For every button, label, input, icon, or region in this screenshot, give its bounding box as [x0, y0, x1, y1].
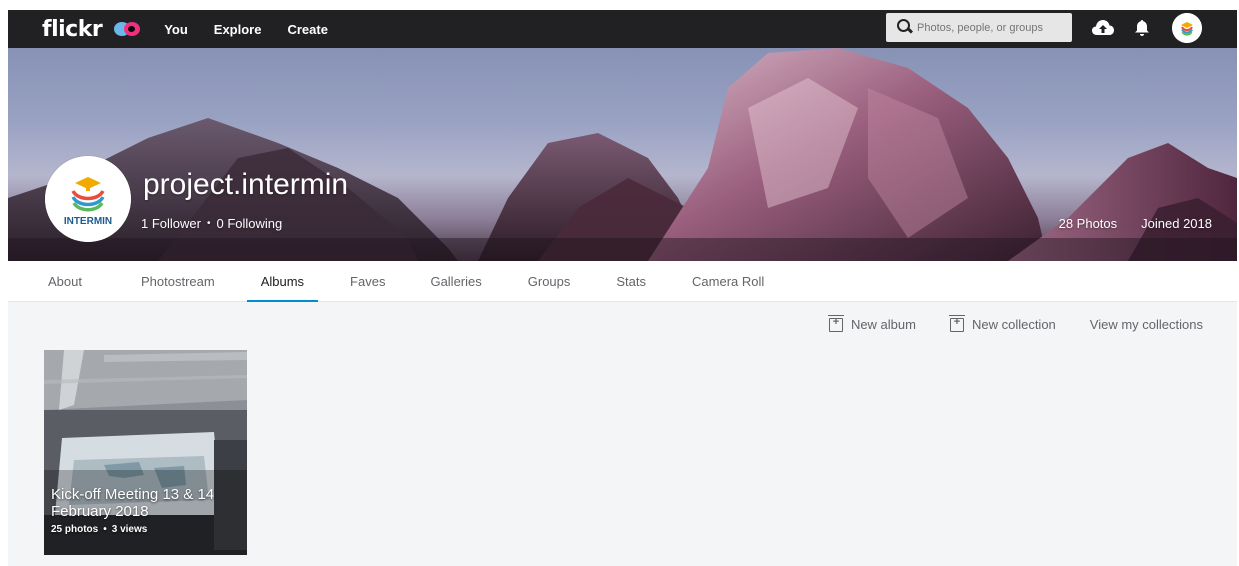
new-collection-label: New collection [971, 317, 1056, 332]
album-photo-count: 25 photos [51, 524, 99, 535]
photo-count: 28 Photos [1058, 216, 1118, 231]
nav-you[interactable]: You [164, 22, 188, 37]
tab-stats[interactable]: Stats [616, 261, 646, 302]
nav-explore[interactable]: Explore [214, 22, 262, 37]
following-link[interactable]: 0 Following [216, 216, 282, 231]
tab-faves[interactable]: Faves [350, 261, 385, 302]
album-card[interactable]: Kick-off Meeting 13 & 14 February 2018 2… [44, 350, 247, 555]
view-collections-link[interactable]: View my collections [1090, 317, 1203, 332]
album-view-count: 3 views [111, 524, 148, 535]
new-collection-icon [948, 314, 965, 332]
tab-camera-roll[interactable]: Camera Roll [692, 261, 764, 302]
search-input[interactable] [917, 21, 1057, 34]
nav-create[interactable]: Create [287, 22, 327, 37]
tab-albums[interactable]: Albums [246, 261, 319, 303]
view-collections-label: View my collections [1089, 317, 1203, 332]
album-meta: 25 photos • 3 views [51, 524, 147, 535]
avatar[interactable] [1172, 13, 1202, 43]
upload-icon[interactable] [1091, 18, 1115, 38]
new-album-button[interactable]: New album [827, 314, 916, 332]
search-box[interactable] [886, 13, 1072, 42]
separator: • [103, 524, 107, 535]
followers-link[interactable]: 1 Follower [141, 216, 201, 231]
flickr-logo[interactable]: flickr [42, 17, 103, 42]
avatar-text: INTERMIN [64, 216, 112, 227]
album-title: Kick-off Meeting 13 & 14 February 2018 [51, 486, 215, 520]
tab-about[interactable]: About [48, 261, 82, 302]
tab-groups[interactable]: Groups [528, 261, 571, 302]
follow-stats: 1 Follower • 0 Following [141, 216, 282, 231]
albums-content: New album New collection View my collect… [8, 302, 1237, 566]
profile-avatar[interactable]: INTERMIN [45, 156, 131, 242]
flickr-dots-icon[interactable] [114, 20, 142, 38]
top-nav: flickr You Explore Create [8, 10, 1237, 48]
tab-photostream[interactable]: Photostream [141, 261, 215, 302]
profile-tabs: About Photostream Albums Faves Galleries… [8, 261, 1237, 303]
new-album-label: New album [850, 317, 916, 332]
bell-icon[interactable] [1134, 19, 1150, 37]
album-actions: New album New collection View my collect… [827, 314, 1203, 332]
tab-galleries[interactable]: Galleries [430, 261, 481, 302]
new-album-icon [827, 314, 844, 332]
search-icon[interactable] [895, 17, 917, 39]
separator: • [206, 218, 211, 229]
profile-name: project.intermin [143, 168, 349, 201]
profile-stats: 28 Photos Joined 2018 [1059, 216, 1212, 231]
joined-date: Joined 2018 [1141, 216, 1212, 231]
profile-cover: INTERMIN project.intermin 1 Follower • 0… [8, 48, 1237, 261]
page: flickr You Explore Create Photos, people… [0, 0, 1239, 566]
new-collection-button[interactable]: New collection [948, 314, 1056, 332]
